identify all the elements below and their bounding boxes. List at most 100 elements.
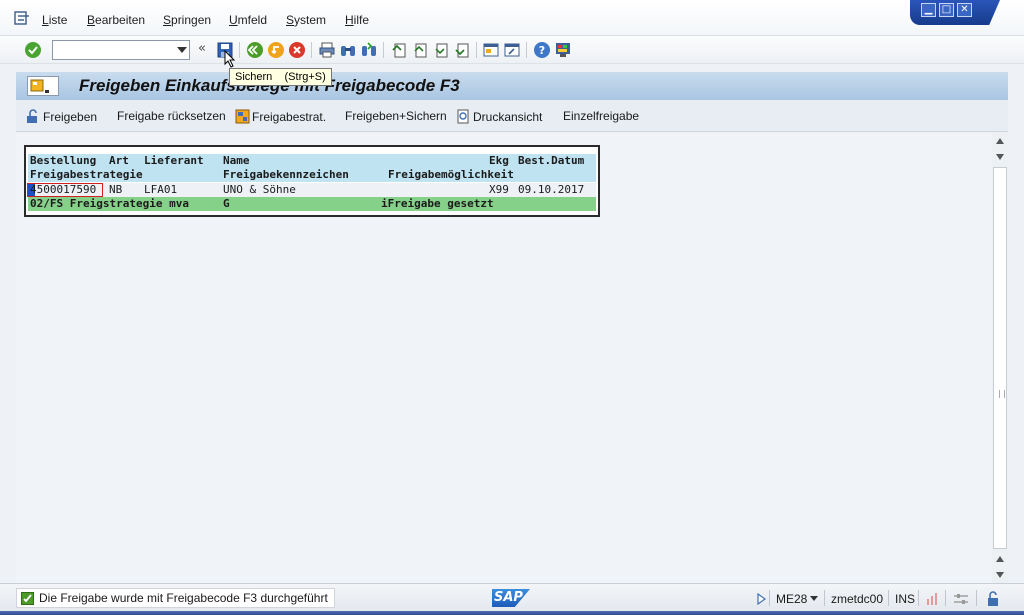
release-strategy-button[interactable]: Freigabestrat. bbox=[235, 109, 326, 124]
list-header-2: Freigabestrategie Freigabekennzeichen Fr… bbox=[28, 168, 596, 182]
release-list: Bestellung Art Lieferant Name Ekg Best.D… bbox=[24, 145, 600, 217]
col-freigabemoeglichkeit: Freigabemöglichkeit bbox=[388, 168, 514, 181]
unlock-icon bbox=[27, 109, 37, 123]
transaction-code[interactable]: ME28 bbox=[776, 592, 807, 606]
print-preview-icon bbox=[457, 109, 469, 124]
close-icon[interactable]: ✕ bbox=[957, 3, 972, 17]
col-ekg: Ekg bbox=[489, 154, 509, 167]
col-freigabestrategie: Freigabestrategie bbox=[30, 168, 143, 181]
new-session-icon[interactable] bbox=[482, 41, 500, 59]
bottom-border bbox=[0, 611, 1024, 615]
mouse-cursor-icon bbox=[224, 50, 236, 68]
col-freigabekennzeichen: Freigabekennzeichen bbox=[223, 168, 349, 181]
settings-icon[interactable] bbox=[953, 592, 969, 606]
list-item[interactable]: 4500017590 NB LFA01 UNO & Söhne X99 09.1… bbox=[27, 183, 596, 197]
last-page-icon[interactable] bbox=[453, 41, 471, 59]
col-best-datum: Best.Datum bbox=[518, 154, 585, 167]
scroll-up-icon[interactable] bbox=[996, 138, 1004, 144]
menu-bearbeiten[interactable]: Bearbeiten bbox=[87, 13, 145, 27]
scroll-down-icon[interactable] bbox=[996, 572, 1004, 578]
application-toolbar: Freigeben Freigabe rücksetzen Freigabest… bbox=[16, 100, 1008, 132]
col-art: Art bbox=[109, 154, 129, 167]
separator bbox=[239, 42, 240, 58]
release-save-button[interactable]: Freigeben+Sichern bbox=[345, 109, 447, 123]
sap-logo-text: SAP bbox=[494, 590, 523, 605]
chevron-down-icon[interactable] bbox=[177, 47, 187, 53]
vertical-scrollbar[interactable] bbox=[992, 133, 1008, 583]
window-controls: ▁ □ ✕ bbox=[910, 0, 1000, 25]
insert-mode[interactable]: INS bbox=[895, 592, 915, 606]
status-bar: Die Freigabe wurde mit Freigabecode F3 d… bbox=[0, 583, 1024, 615]
status-message-text: Die Freigabe wurde mit Freigabecode F3 d… bbox=[39, 591, 328, 605]
first-page-icon[interactable] bbox=[390, 41, 408, 59]
save-tooltip: Sichern (Strg+S) bbox=[229, 68, 332, 86]
title-bar: Freigeben Einkaufsbelege mit Freigabecod… bbox=[16, 72, 1008, 100]
svg-text:?: ? bbox=[539, 44, 545, 57]
release-label: Freigeben bbox=[43, 110, 98, 124]
single-release-button[interactable]: Einzelfreigabe bbox=[563, 109, 639, 123]
sap-logo: SAP bbox=[492, 589, 530, 607]
separator bbox=[976, 590, 977, 606]
print-preview-button[interactable]: Druckansicht bbox=[456, 109, 542, 124]
order-number[interactable]: 4500017590 bbox=[30, 183, 96, 197]
collapse-toolbar-icon[interactable]: « bbox=[198, 41, 206, 56]
list-header-1: Bestellung Art Lieferant Name Ekg Best.D… bbox=[28, 154, 596, 168]
cancel-icon[interactable] bbox=[288, 41, 306, 59]
exit-icon[interactable] bbox=[267, 41, 285, 59]
find-next-icon[interactable] bbox=[360, 41, 378, 59]
col-lieferant: Lieferant bbox=[144, 154, 204, 167]
menu-bar: Liste Bearbeiten Springen Umfeld System … bbox=[0, 0, 1024, 36]
back-icon[interactable] bbox=[246, 41, 264, 59]
menu-springen[interactable]: Springen bbox=[163, 13, 211, 27]
status-message[interactable]: Die Freigabe wurde mit Freigabecode F3 d… bbox=[16, 588, 335, 608]
scroll-down-icon[interactable] bbox=[996, 154, 1004, 160]
document-type-icon[interactable] bbox=[27, 76, 59, 96]
col-bestellung: Bestellung bbox=[30, 154, 97, 167]
col-name: Name bbox=[223, 154, 250, 167]
shortcut-icon[interactable] bbox=[503, 41, 521, 59]
layout-menu-icon[interactable] bbox=[554, 41, 572, 59]
release-strategy-label: Freigabestrat. bbox=[252, 110, 327, 124]
chevron-down-icon[interactable] bbox=[810, 596, 818, 601]
purchasing-group: X99 bbox=[489, 183, 509, 196]
play-icon[interactable] bbox=[756, 593, 766, 605]
minimize-icon[interactable]: ▁ bbox=[921, 3, 936, 17]
separator bbox=[383, 42, 384, 58]
vendor-name: UNO & Söhne bbox=[223, 183, 296, 196]
release-possibility: iFreigabe gesetzt bbox=[381, 197, 494, 210]
menu-hilfe[interactable]: Hilfe bbox=[345, 13, 369, 27]
separator bbox=[888, 590, 889, 606]
bar-chart-icon[interactable] bbox=[925, 592, 939, 606]
vendor: LFA01 bbox=[144, 183, 178, 196]
print-preview-label: Druckansicht bbox=[473, 110, 543, 124]
separator bbox=[824, 590, 825, 606]
menu-system[interactable]: System bbox=[286, 13, 326, 27]
command-field[interactable] bbox=[52, 40, 190, 60]
menu-icon[interactable] bbox=[14, 11, 30, 25]
maximize-icon[interactable]: □ bbox=[939, 3, 954, 17]
release-button[interactable]: Freigeben bbox=[26, 109, 97, 124]
release-strategy: 02/FS Freigstrategie mva bbox=[30, 197, 189, 210]
order-date: 09.10.2017 bbox=[518, 183, 585, 196]
lock-icon[interactable] bbox=[986, 591, 1000, 607]
separator bbox=[945, 590, 946, 606]
print-icon[interactable] bbox=[318, 41, 336, 59]
list-item-status[interactable]: 02/FS Freigstrategie mva G iFreigabe ges… bbox=[28, 197, 596, 211]
help-icon[interactable]: ? bbox=[533, 41, 551, 59]
find-icon[interactable] bbox=[339, 41, 357, 59]
previous-page-icon[interactable] bbox=[411, 41, 429, 59]
system-toolbar: « ? bbox=[0, 36, 1024, 64]
scroll-up-icon[interactable] bbox=[996, 556, 1004, 562]
success-icon bbox=[21, 592, 34, 605]
menu-umfeld[interactable]: Umfeld bbox=[229, 13, 267, 27]
server-name: zmetdc00 bbox=[831, 592, 884, 606]
scrollbar-thumb[interactable] bbox=[993, 167, 1007, 549]
strategy-icon bbox=[235, 109, 250, 124]
next-page-icon[interactable] bbox=[432, 41, 450, 59]
reset-release-button[interactable]: Freigabe rücksetzen bbox=[117, 109, 226, 123]
enter-icon[interactable] bbox=[24, 41, 42, 59]
menu-liste[interactable]: Liste bbox=[42, 13, 67, 27]
release-indicator: G bbox=[223, 197, 230, 210]
separator bbox=[918, 590, 919, 606]
separator bbox=[311, 42, 312, 58]
